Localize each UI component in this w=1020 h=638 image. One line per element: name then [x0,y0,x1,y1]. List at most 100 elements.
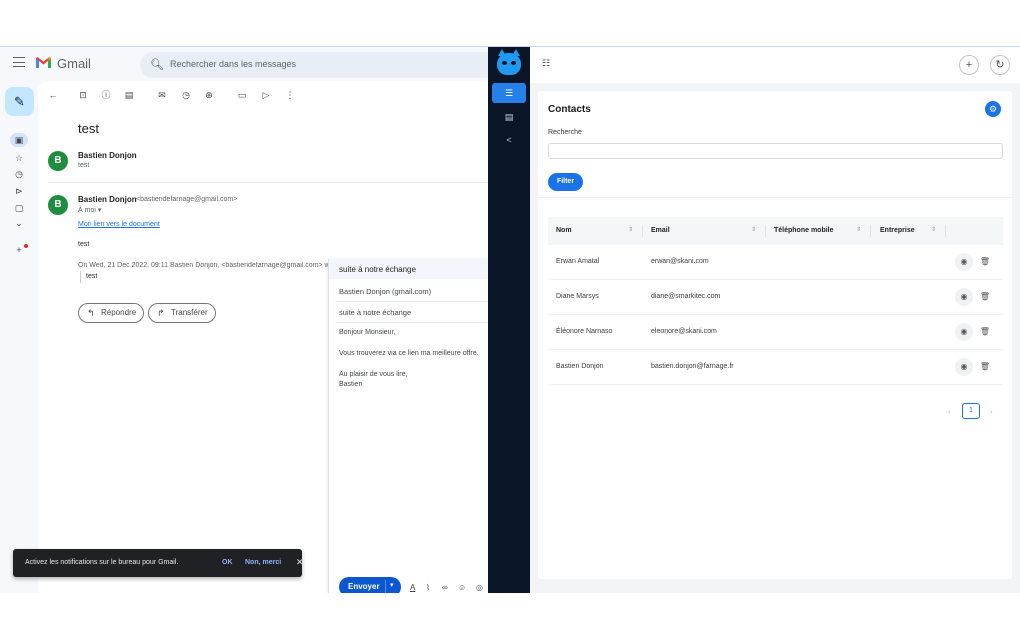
trash-icon[interactable]: 🗑︎ [976,288,994,306]
send-label: Envoyer [348,582,380,591]
inbox-icon[interactable]: ▣ [10,133,28,147]
document-icon[interactable]: ▤ [492,107,526,127]
add-label-icon[interactable]: + [12,243,26,257]
close-icon[interactable]: ✕ [296,557,304,568]
refresh-icon[interactable]: ↻ [990,55,1010,75]
attach-icon[interactable]: ⌇ [426,583,430,592]
contact-email: erwan@skani.com [651,258,709,265]
reply-button[interactable]: ↰ Répondre [78,303,144,323]
compose-button[interactable]: ✎ [5,87,34,116]
gmail-header: Gmail 🔍︎ Rechercher dans les messages [0,47,488,81]
toast-ok-button[interactable]: OK [222,559,233,566]
chevron-down-icon[interactable]: ⌄ [12,216,26,230]
share-icon[interactable]: < [492,130,526,150]
trash-icon[interactable]: 🗑︎ [976,323,994,341]
emoji-icon[interactable]: ☺ [458,583,466,592]
table-row[interactable]: Diane Marsys diane@smarkitec.com ◉ 🗑︎ [548,280,1003,315]
recipient-dropdown[interactable]: À moi ▾ [78,206,101,214]
contacts-panel: ☷ + ↻ Contacts ⚙ Recherche Filter Nom ⇕ … [530,47,1020,593]
back-arrow-icon[interactable]: ← [47,89,59,101]
report-icon[interactable]: ⓘ [100,89,112,101]
draft-icon[interactable]: ▢ [12,201,26,215]
forward-button[interactable]: ↱ Transférer [148,303,216,323]
view-icon[interactable]: ◉ [955,253,973,271]
sender-name[interactable]: Bastien Donjon [78,151,137,160]
sort-icon[interactable]: ⇕ [931,226,936,233]
reply-signature[interactable]: Bastien [339,381,362,388]
column-header-company[interactable]: Entreprise [880,227,915,234]
reply-popup-header[interactable]: suite à notre échange [329,259,488,279]
sort-icon[interactable]: ⇕ [628,226,633,233]
star-icon[interactable]: ☆ [12,151,26,165]
table-row[interactable]: Éléonore Narnaso eleonore@skani.com ◉ 🗑︎ [548,315,1003,350]
label-icon[interactable]: ▷ [260,89,272,101]
sort-icon[interactable]: ⇕ [856,226,861,233]
delete-icon[interactable]: ▤ [123,89,135,101]
send-icon[interactable]: ⊳ [12,184,26,198]
current-page[interactable]: 1 [962,403,980,419]
search-icon[interactable]: 🔍︎ [150,58,164,71]
drive-icon[interactable]: ◎ [476,583,483,592]
trash-icon[interactable]: 🗑︎ [976,358,994,376]
filter-button[interactable]: Filter [548,173,583,191]
panel-header: ☷ + ↻ [530,47,1020,83]
reply-body-line[interactable]: Vous trouverez via ce lien ma meilleure … [339,350,479,357]
more-icon[interactable]: ⋮ [284,89,296,101]
document-link[interactable]: Mon lien vers le document [78,221,160,228]
search-input[interactable]: Rechercher dans les messages [170,59,296,69]
contacts-search-input[interactable] [548,143,1003,159]
page-title: Contacts [548,104,591,115]
send-button[interactable]: Envoyer ▾ [339,577,401,593]
table-row[interactable]: Bastien Donjon bastien.donjon@farnage.fr… [548,350,1003,385]
menu-icon[interactable] [13,57,25,67]
field-divider [335,322,488,323]
view-icon[interactable]: ◉ [955,323,973,341]
list-icon[interactable]: ☰ [492,83,526,103]
add-icon[interactable]: + [959,55,979,75]
mark-unread-icon[interactable]: ✉ [156,89,168,101]
column-header-email[interactable]: Email [651,227,670,234]
search-label: Recherche [548,129,582,136]
sender-email: <bastiendefarnage@gmail.com> [136,196,238,203]
gmail-pane: Gmail 🔍︎ Rechercher dans les messages ✎ … [0,47,488,593]
view-icon[interactable]: ◉ [955,358,973,376]
contact-name: Diane Marsys [556,293,599,300]
trash-icon[interactable]: 🗑︎ [976,253,994,271]
view-icon[interactable]: ◉ [955,288,973,306]
send-options-icon[interactable]: ▾ [390,581,394,589]
gear-icon[interactable]: ⚙ [985,101,1001,117]
column-divider [642,225,643,237]
table-row[interactable]: Erwan Amatal erwan@skani.com ◉ 🗑︎ [548,245,1003,280]
column-header-name[interactable]: Nom [556,227,572,234]
contact-name: Bastien Donjon [556,363,604,370]
sort-icon[interactable]: ⇕ [751,226,756,233]
add-task-icon[interactable]: ⊕ [203,89,215,101]
quote-header: On Wed, 21 Dec 2022, 09:11 Bastien Donjo… [78,262,328,269]
link-icon[interactable]: ∞ [442,583,448,592]
reply-greeting[interactable]: Bonjour Monsieur, [339,329,395,336]
snooze-icon[interactable]: ◷ [180,89,192,101]
toast-dismiss-button[interactable]: Non, merci [245,559,281,566]
move-to-icon[interactable]: ▭ [236,89,248,101]
settings-sliders-icon[interactable]: ☷ [542,58,550,69]
reply-subject-field[interactable]: suite à notre échange [339,308,411,317]
contacts-card: Contacts ⚙ Recherche Filter Nom ⇕ Email … [538,91,1012,579]
reply-popup-title: suite à notre échange [339,265,416,274]
prev-page-button[interactable]: ‹ [948,407,951,416]
avatar[interactable]: B [48,195,68,215]
formatting-icon[interactable]: A [410,583,415,592]
reply-to-field[interactable]: Bastien Donjon (gmail.com) [339,287,431,296]
reply-label: Répondre [101,308,137,317]
next-page-button[interactable]: › [990,407,993,416]
column-divider [765,225,766,237]
avatar[interactable]: B [48,151,68,171]
extension-logo-icon[interactable] [497,49,521,75]
reply-closing[interactable]: Au plaisir de vous lire, [339,371,407,378]
archive-icon[interactable]: ⊡ [77,89,89,101]
search-bar[interactable]: 🔍︎ Rechercher dans les messages [140,52,488,78]
reply-icon: ↰ [87,308,95,318]
sender-name[interactable]: Bastien Donjon [78,195,137,204]
clock-icon[interactable]: ◷ [12,167,26,181]
column-header-phone[interactable]: Téléphone mobile [774,227,834,234]
quote-bar [80,271,81,283]
